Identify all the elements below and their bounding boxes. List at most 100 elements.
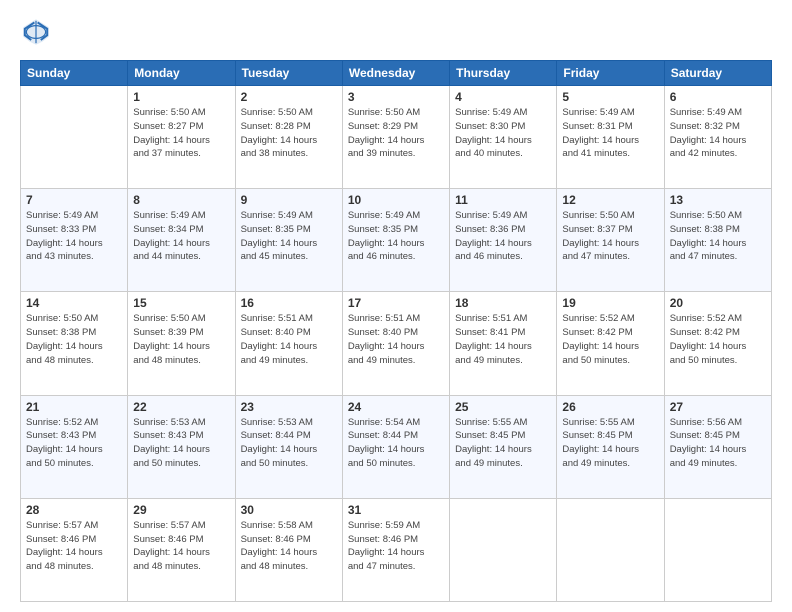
- day-info: Sunrise: 5:57 AM Sunset: 8:46 PM Dayligh…: [133, 519, 229, 574]
- day-info: Sunrise: 5:55 AM Sunset: 8:45 PM Dayligh…: [562, 416, 658, 471]
- day-number: 22: [133, 400, 229, 414]
- day-info: Sunrise: 5:49 AM Sunset: 8:35 PM Dayligh…: [348, 209, 444, 264]
- calendar-cell: 15Sunrise: 5:50 AM Sunset: 8:39 PM Dayli…: [128, 292, 235, 395]
- calendar-cell: [557, 498, 664, 601]
- day-info: Sunrise: 5:52 AM Sunset: 8:42 PM Dayligh…: [562, 312, 658, 367]
- calendar-cell: 23 Sunrise: 5:53 AM Sunset: 8:44 PM Dayli…: [235, 395, 342, 498]
- calendar-cell: 26 Sunrise: 5:55 AM Sunset: 8:45 PM Dayli…: [557, 395, 664, 498]
- calendar-cell: 18 Sunrise: 5:51 AM Sunset: 8:41 PM Dayli…: [450, 292, 557, 395]
- day-info: Sunrise: 5:49 AM Sunset: 8:34 PM Dayligh…: [133, 209, 229, 264]
- calendar-cell: 21Sunrise: 5:52 AM Sunset: 8:43 PM Dayli…: [21, 395, 128, 498]
- calendar-cell: 5 Sunrise: 5:49 AM Sunset: 8:31 PM Daylig…: [557, 86, 664, 189]
- calendar-header-thursday: Thursday: [450, 61, 557, 86]
- day-info: Sunrise: 5:51 AM Sunset: 8:40 PM Dayligh…: [241, 312, 337, 367]
- day-number: 27: [670, 400, 766, 414]
- calendar-cell: 27 Sunrise: 5:56 AM Sunset: 8:45 PM Dayli…: [664, 395, 771, 498]
- calendar-cell: 30 Sunrise: 5:58 AM Sunset: 8:46 PM Dayli…: [235, 498, 342, 601]
- day-number: 26: [562, 400, 658, 414]
- day-info: Sunrise: 5:49 AM Sunset: 8:33 PM Dayligh…: [26, 209, 122, 264]
- day-number: 19: [562, 296, 658, 310]
- calendar-cell: 28 Sunrise: 5:57 AM Sunset: 8:46 PM Dayli…: [21, 498, 128, 601]
- header: [20, 16, 772, 48]
- day-number: 20: [670, 296, 766, 310]
- calendar-cell: 31Sunrise: 5:59 AM Sunset: 8:46 PM Dayli…: [342, 498, 449, 601]
- day-info: Sunrise: 5:49 AM Sunset: 8:30 PM Dayligh…: [455, 106, 551, 161]
- day-info: Sunrise: 5:50 AM Sunset: 8:28 PM Dayligh…: [241, 106, 337, 161]
- calendar-week-row: 28 Sunrise: 5:57 AM Sunset: 8:46 PM Dayli…: [21, 498, 772, 601]
- calendar-cell: 12Sunrise: 5:50 AM Sunset: 8:37 PM Dayli…: [557, 189, 664, 292]
- day-info: Sunrise: 5:49 AM Sunset: 8:31 PM Dayligh…: [562, 106, 658, 161]
- day-info: Sunrise: 5:55 AM Sunset: 8:45 PM Dayligh…: [455, 416, 551, 471]
- day-number: 17: [348, 296, 444, 310]
- day-number: 3: [348, 90, 444, 104]
- calendar-cell: 9 Sunrise: 5:49 AM Sunset: 8:35 PM Daylig…: [235, 189, 342, 292]
- day-info: Sunrise: 5:49 AM Sunset: 8:36 PM Dayligh…: [455, 209, 551, 264]
- calendar-cell: 19 Sunrise: 5:52 AM Sunset: 8:42 PM Dayli…: [557, 292, 664, 395]
- day-number: 18: [455, 296, 551, 310]
- day-number: 25: [455, 400, 551, 414]
- calendar-week-row: 21Sunrise: 5:52 AM Sunset: 8:43 PM Dayli…: [21, 395, 772, 498]
- day-number: 28: [26, 503, 122, 517]
- logo-icon: [20, 16, 52, 48]
- day-number: 12: [562, 193, 658, 207]
- day-number: 14: [26, 296, 122, 310]
- day-info: Sunrise: 5:49 AM Sunset: 8:35 PM Dayligh…: [241, 209, 337, 264]
- calendar-cell: 2 Sunrise: 5:50 AM Sunset: 8:28 PM Daylig…: [235, 86, 342, 189]
- calendar-cell: 8 Sunrise: 5:49 AM Sunset: 8:34 PM Daylig…: [128, 189, 235, 292]
- day-number: 29: [133, 503, 229, 517]
- day-info: Sunrise: 5:53 AM Sunset: 8:44 PM Dayligh…: [241, 416, 337, 471]
- day-number: 7: [26, 193, 122, 207]
- day-number: 9: [241, 193, 337, 207]
- day-number: 23: [241, 400, 337, 414]
- day-info: Sunrise: 5:50 AM Sunset: 8:29 PM Dayligh…: [348, 106, 444, 161]
- calendar-cell: 10 Sunrise: 5:49 AM Sunset: 8:35 PM Dayli…: [342, 189, 449, 292]
- calendar-week-row: 14 Sunrise: 5:50 AM Sunset: 8:38 PM Dayli…: [21, 292, 772, 395]
- day-number: 24: [348, 400, 444, 414]
- calendar-cell: 7 Sunrise: 5:49 AM Sunset: 8:33 PM Daylig…: [21, 189, 128, 292]
- day-number: 6: [670, 90, 766, 104]
- calendar-header-friday: Friday: [557, 61, 664, 86]
- day-info: Sunrise: 5:52 AM Sunset: 8:43 PM Dayligh…: [26, 416, 122, 471]
- day-number: 1: [133, 90, 229, 104]
- page: SundayMondayTuesdayWednesdayThursdayFrid…: [0, 0, 792, 612]
- calendar-cell: 4Sunrise: 5:49 AM Sunset: 8:30 PM Daylig…: [450, 86, 557, 189]
- day-number: 2: [241, 90, 337, 104]
- day-info: Sunrise: 5:57 AM Sunset: 8:46 PM Dayligh…: [26, 519, 122, 574]
- calendar-cell: 16 Sunrise: 5:51 AM Sunset: 8:40 PM Dayli…: [235, 292, 342, 395]
- day-number: 10: [348, 193, 444, 207]
- calendar-header-wednesday: Wednesday: [342, 61, 449, 86]
- calendar-cell: [450, 498, 557, 601]
- day-info: Sunrise: 5:59 AM Sunset: 8:46 PM Dayligh…: [348, 519, 444, 574]
- day-number: 5: [562, 90, 658, 104]
- calendar-cell: 25 Sunrise: 5:55 AM Sunset: 8:45 PM Dayli…: [450, 395, 557, 498]
- day-info: Sunrise: 5:49 AM Sunset: 8:32 PM Dayligh…: [670, 106, 766, 161]
- calendar-cell: 14 Sunrise: 5:50 AM Sunset: 8:38 PM Dayli…: [21, 292, 128, 395]
- calendar-week-row: 1 Sunrise: 5:50 AM Sunset: 8:27 PM Daylig…: [21, 86, 772, 189]
- day-info: Sunrise: 5:54 AM Sunset: 8:44 PM Dayligh…: [348, 416, 444, 471]
- calendar-cell: 20 Sunrise: 5:52 AM Sunset: 8:42 PM Dayli…: [664, 292, 771, 395]
- day-number: 16: [241, 296, 337, 310]
- calendar-week-row: 7 Sunrise: 5:49 AM Sunset: 8:33 PM Daylig…: [21, 189, 772, 292]
- calendar-cell: 22Sunrise: 5:53 AM Sunset: 8:43 PM Dayli…: [128, 395, 235, 498]
- day-info: Sunrise: 5:50 AM Sunset: 8:27 PM Dayligh…: [133, 106, 229, 161]
- calendar-header-monday: Monday: [128, 61, 235, 86]
- calendar-cell: [664, 498, 771, 601]
- calendar-header-tuesday: Tuesday: [235, 61, 342, 86]
- day-number: 11: [455, 193, 551, 207]
- day-info: Sunrise: 5:50 AM Sunset: 8:38 PM Dayligh…: [26, 312, 122, 367]
- day-number: 8: [133, 193, 229, 207]
- calendar-cell: 3 Sunrise: 5:50 AM Sunset: 8:29 PM Daylig…: [342, 86, 449, 189]
- day-info: Sunrise: 5:50 AM Sunset: 8:38 PM Dayligh…: [670, 209, 766, 264]
- day-info: Sunrise: 5:50 AM Sunset: 8:39 PM Dayligh…: [133, 312, 229, 367]
- day-info: Sunrise: 5:51 AM Sunset: 8:41 PM Dayligh…: [455, 312, 551, 367]
- day-info: Sunrise: 5:58 AM Sunset: 8:46 PM Dayligh…: [241, 519, 337, 574]
- day-info: Sunrise: 5:56 AM Sunset: 8:45 PM Dayligh…: [670, 416, 766, 471]
- day-number: 13: [670, 193, 766, 207]
- day-info: Sunrise: 5:52 AM Sunset: 8:42 PM Dayligh…: [670, 312, 766, 367]
- calendar-cell: 11 Sunrise: 5:49 AM Sunset: 8:36 PM Dayli…: [450, 189, 557, 292]
- day-number: 30: [241, 503, 337, 517]
- calendar-cell: [21, 86, 128, 189]
- calendar-header-row: SundayMondayTuesdayWednesdayThursdayFrid…: [21, 61, 772, 86]
- calendar-header-sunday: Sunday: [21, 61, 128, 86]
- calendar-cell: 17Sunrise: 5:51 AM Sunset: 8:40 PM Dayli…: [342, 292, 449, 395]
